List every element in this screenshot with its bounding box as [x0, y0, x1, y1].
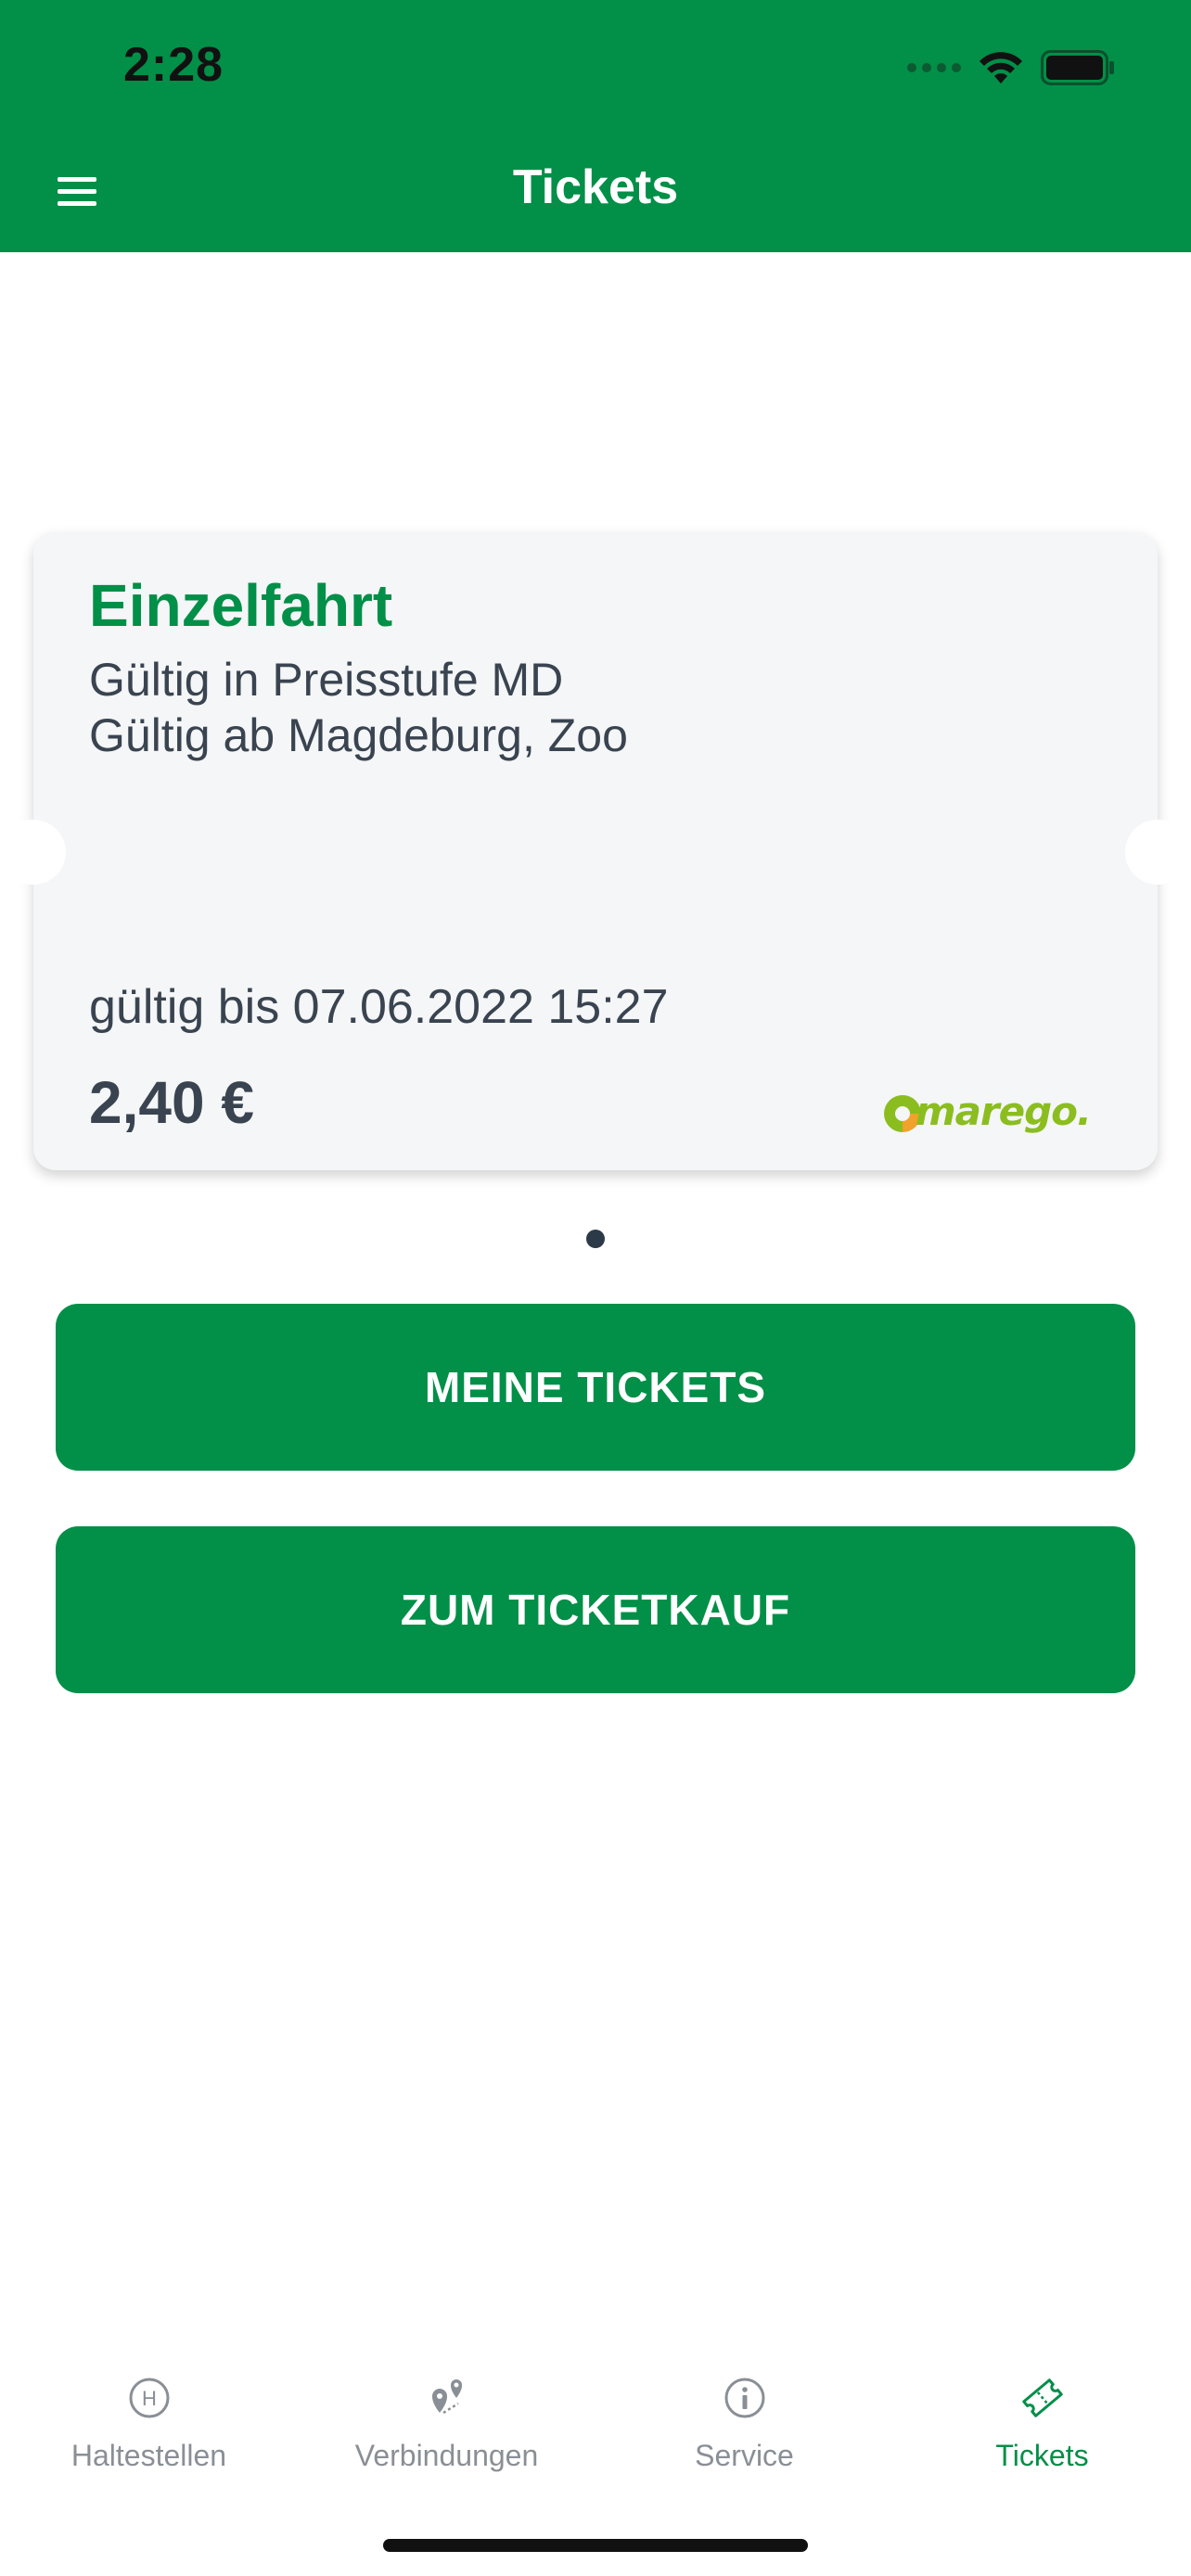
marego-logo-text: marego. [915, 1089, 1092, 1134]
ticket-card[interactable]: Einzelfahrt Gültig in Preisstufe MD Gült… [1, 532, 1190, 1170]
route-icon [431, 2379, 462, 2415]
ticket-notch-left [1, 820, 66, 885]
battery-icon [1041, 50, 1114, 85]
cellular-signal-icon [907, 63, 961, 72]
home-indicator[interactable] [383, 2539, 808, 2552]
app-screen: 2:28 Tickets Einzelfahrt Gültig in Preis… [0, 0, 1191, 2576]
marego-logo: marego. [882, 1068, 1092, 1134]
tab-verbindungen[interactable]: Verbindungen [298, 2337, 596, 2485]
status-icons [907, 45, 1115, 91]
ticket-name: Einzelfahrt [89, 572, 393, 639]
tab-bar: H Haltestellen Verbindungen Service Tick… [0, 2337, 1191, 2485]
page-indicator-dot [586, 1230, 605, 1248]
page-title: Tickets [512, 160, 679, 214]
tab-label: Tickets [995, 2439, 1089, 2472]
wifi-icon [980, 52, 1022, 83]
tab-label: Haltestellen [70, 2439, 227, 2472]
ticket-price: 2,40 € [89, 1069, 254, 1136]
tab-haltestellen[interactable]: H Haltestellen [0, 2337, 298, 2485]
tab-tickets[interactable]: Tickets [893, 2337, 1191, 2485]
my-tickets-button[interactable]: MEINE TICKETS [56, 1304, 1135, 1471]
tab-service[interactable]: Service [596, 2337, 893, 2485]
ticket-origin: Gültig ab Magdeburg, Zoo [89, 709, 628, 761]
stop-h-icon: H [129, 2378, 169, 2418]
tab-label: Service [695, 2439, 794, 2472]
ticket-zone: Gültig in Preisstufe MD [89, 654, 564, 706]
info-icon [724, 2378, 764, 2418]
ticket-icon [1021, 2378, 1063, 2417]
ticket-notch-right [1125, 820, 1190, 885]
status-time: 2:28 [123, 38, 224, 92]
tab-label: Verbindungen [354, 2439, 539, 2472]
header-bar: 2:28 Tickets [0, 0, 1191, 252]
buy-ticket-button[interactable]: ZUM TICKETKAUF [56, 1526, 1135, 1693]
ticket-valid-until: gültig bis 07.06.2022 15:27 [89, 980, 669, 1034]
svg-text:H: H [142, 2387, 157, 2410]
